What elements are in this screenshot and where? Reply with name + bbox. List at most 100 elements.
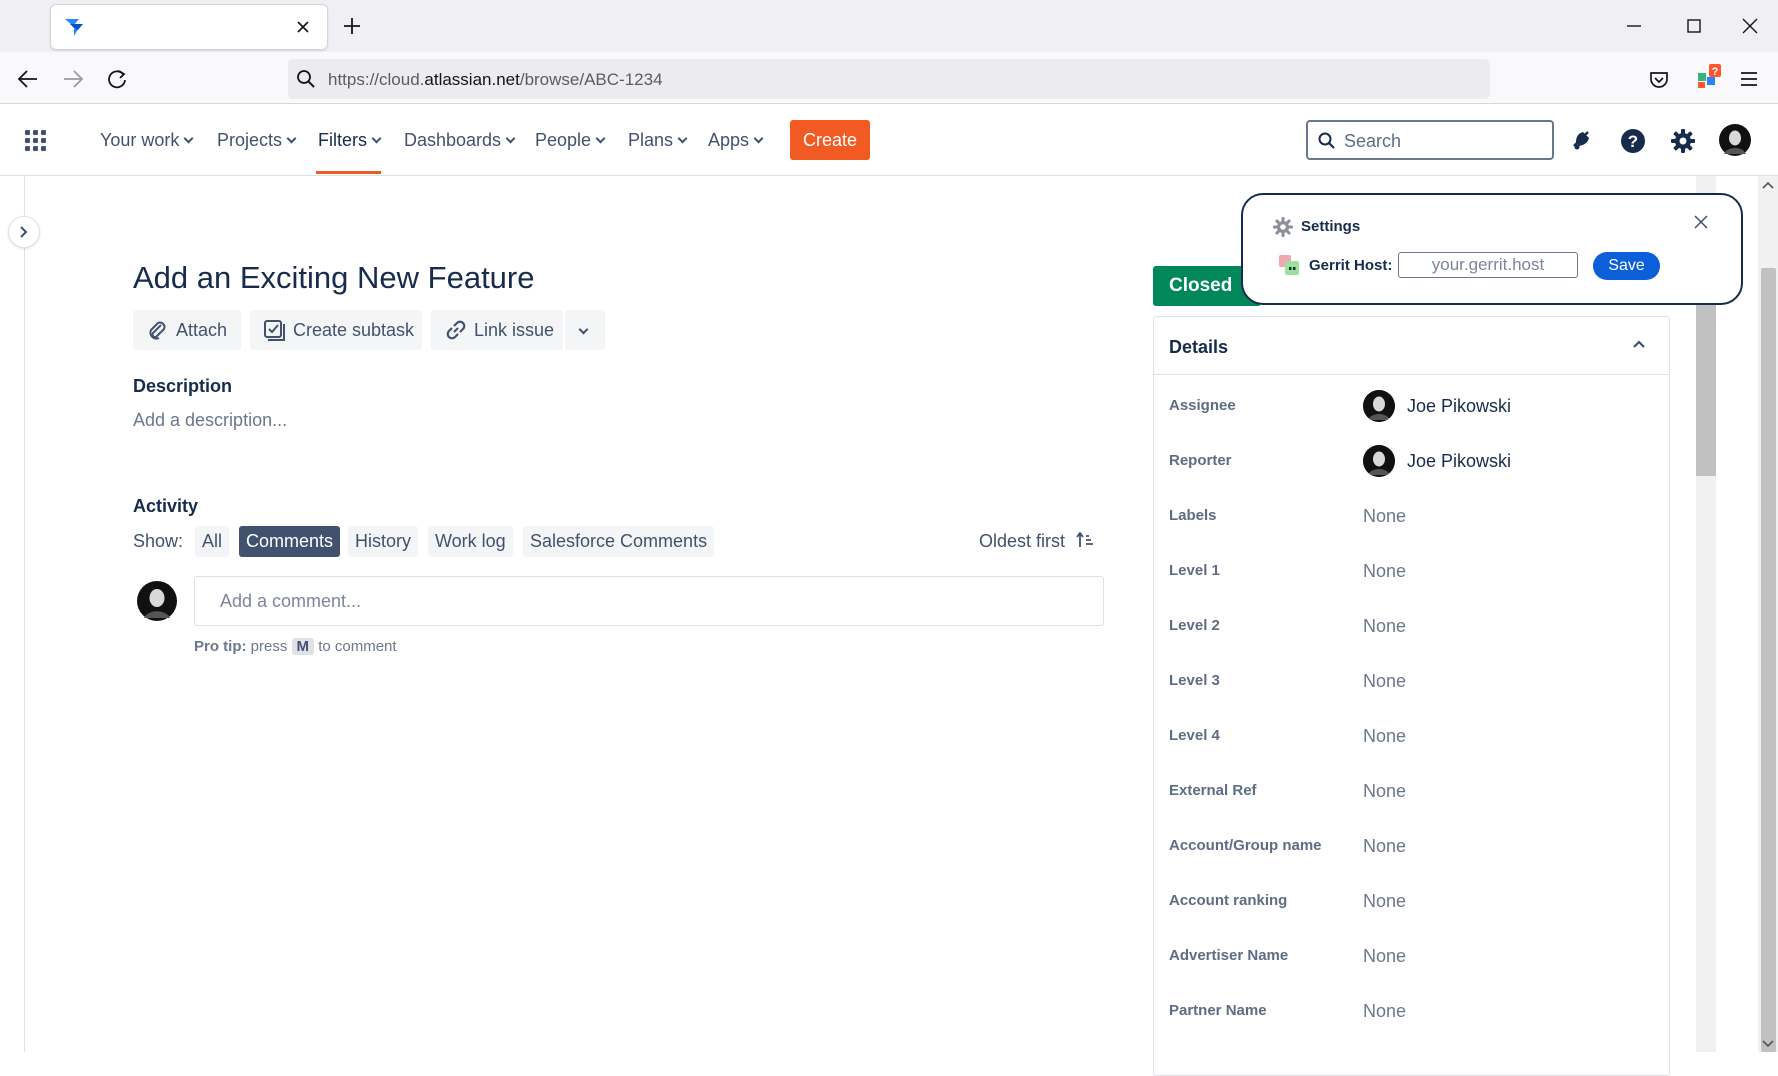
back-icon[interactable] bbox=[17, 69, 39, 89]
extension-icon[interactable]: ? bbox=[1695, 63, 1723, 91]
expand-sidebar-button[interactable] bbox=[9, 217, 39, 247]
field-value-assignee[interactable]: Joe Pikowski bbox=[1407, 396, 1511, 417]
nav-projects[interactable]: Projects bbox=[217, 130, 297, 151]
minimize-icon[interactable] bbox=[1626, 18, 1642, 34]
field-label-level-1: Level 1 bbox=[1169, 562, 1220, 579]
close-window-icon[interactable] bbox=[1742, 18, 1758, 34]
field-value-reporter[interactable]: Joe Pikowski bbox=[1407, 451, 1511, 472]
close-popup-icon[interactable] bbox=[1694, 215, 1708, 229]
field-label-level-2: Level 2 bbox=[1169, 617, 1220, 634]
reload-icon[interactable] bbox=[107, 69, 127, 89]
field-value-advertiser-name[interactable]: None bbox=[1363, 946, 1406, 967]
scroll-down-icon[interactable] bbox=[1762, 1040, 1774, 1048]
chevron-down-icon bbox=[371, 133, 382, 144]
field-value-labels[interactable]: None bbox=[1363, 506, 1406, 527]
filter-all[interactable]: All bbox=[195, 526, 230, 557]
create-button[interactable]: Create bbox=[790, 120, 870, 160]
page-scrollbar-thumb[interactable] bbox=[1761, 268, 1776, 1052]
gerrit-settings-popup: Settings Gerrit Host: bbox=[1241, 193, 1743, 305]
nav-your-work[interactable]: Your work bbox=[100, 130, 194, 151]
more-actions-button[interactable] bbox=[565, 310, 605, 350]
field-value-level-1[interactable]: None bbox=[1363, 561, 1406, 582]
maximize-icon[interactable] bbox=[1686, 18, 1702, 34]
comment-input[interactable]: Add a comment... bbox=[194, 576, 1104, 626]
filter-salesforce-comments[interactable]: Salesforce Comments bbox=[523, 526, 715, 557]
subtask-icon bbox=[264, 320, 285, 341]
chevron-up-icon[interactable] bbox=[1632, 339, 1646, 349]
field-value-external-ref[interactable]: None bbox=[1363, 781, 1406, 802]
filter-work-log[interactable]: Work log bbox=[428, 526, 513, 557]
settings-gear-icon[interactable] bbox=[1670, 128, 1696, 154]
field-label-account-group-name: Account/Group name bbox=[1169, 837, 1322, 854]
chevron-down-icon bbox=[505, 133, 516, 144]
show-label: Show: bbox=[133, 531, 184, 551]
field-value-partner-name[interactable]: None bbox=[1363, 1001, 1406, 1022]
details-header[interactable]: Details bbox=[1154, 317, 1669, 375]
profile-avatar[interactable] bbox=[1719, 124, 1751, 156]
field-value-account-group-name[interactable]: None bbox=[1363, 836, 1406, 857]
chevron-down-icon bbox=[578, 324, 589, 335]
close-tab-icon[interactable] bbox=[297, 21, 309, 33]
field-value-level-2[interactable]: None bbox=[1363, 616, 1406, 637]
nav-filters[interactable]: Filters bbox=[318, 130, 382, 151]
gerrit-host-input[interactable]: your.gerrit.host bbox=[1398, 252, 1578, 278]
field-label-partner-name: Partner Name bbox=[1169, 1002, 1267, 1019]
filter-comments[interactable]: Comments bbox=[239, 526, 341, 557]
details-scrollbar-thumb[interactable] bbox=[1696, 290, 1716, 476]
url-search-icon bbox=[297, 70, 315, 88]
scroll-up-icon[interactable] bbox=[1762, 181, 1774, 189]
gerrit-logo-icon bbox=[1279, 255, 1299, 275]
field-label-account-ranking: Account ranking bbox=[1169, 892, 1288, 909]
create-subtask-button[interactable]: Create subtask bbox=[250, 310, 422, 350]
field-value-level-3[interactable]: None bbox=[1363, 671, 1406, 692]
nav-apps[interactable]: Apps bbox=[708, 130, 764, 151]
field-label-external-ref: External Ref bbox=[1169, 782, 1257, 799]
sort-order-button[interactable]: Oldest first bbox=[979, 531, 1094, 552]
field-label-labels: Labels bbox=[1169, 507, 1217, 524]
field-value-level-4[interactable]: None bbox=[1363, 726, 1406, 747]
notifications-icon[interactable] bbox=[1571, 128, 1595, 152]
issue-title[interactable]: Add an Exciting New Feature bbox=[133, 260, 535, 296]
search-input[interactable]: Search bbox=[1306, 120, 1554, 160]
paperclip-icon bbox=[149, 321, 166, 340]
gerrit-host-label: Gerrit Host: bbox=[1309, 257, 1393, 274]
comment-avatar bbox=[137, 581, 177, 621]
popup-title: Settings bbox=[1301, 218, 1361, 235]
app-menu-icon[interactable] bbox=[1740, 70, 1758, 88]
description-field[interactable]: Add a description... bbox=[133, 410, 287, 431]
app-switcher-icon[interactable] bbox=[25, 130, 47, 152]
link-icon bbox=[446, 320, 466, 340]
new-tab-icon[interactable] bbox=[343, 17, 361, 35]
chevron-down-icon bbox=[677, 133, 688, 144]
chevron-down-icon bbox=[183, 133, 194, 144]
sort-ascending-icon bbox=[1076, 531, 1094, 547]
assignee-avatar bbox=[1363, 390, 1395, 422]
field-value-account-ranking[interactable]: None bbox=[1363, 891, 1406, 912]
sidebar-divider bbox=[24, 176, 25, 1052]
svg-text:?: ? bbox=[1712, 66, 1719, 78]
chevron-down-icon bbox=[286, 133, 297, 144]
chevron-right-icon bbox=[20, 226, 28, 238]
nav-dashboards[interactable]: Dashboards bbox=[404, 130, 516, 151]
field-label-reporter: Reporter bbox=[1169, 452, 1232, 469]
help-icon[interactable]: ? bbox=[1620, 128, 1646, 154]
url-text: https://cloud.atlassian.net/browse/ABC-1… bbox=[328, 70, 663, 89]
forward-icon[interactable] bbox=[62, 69, 84, 89]
field-label-advertiser-name: Advertiser Name bbox=[1169, 947, 1289, 964]
filter-history[interactable]: History bbox=[348, 526, 419, 557]
nav-plans[interactable]: Plans bbox=[628, 130, 688, 151]
details-heading: Details bbox=[1169, 337, 1229, 357]
link-issue-button[interactable]: Link issue bbox=[431, 310, 563, 350]
pocket-icon[interactable] bbox=[1649, 70, 1669, 90]
keyboard-shortcut-key: M bbox=[291, 638, 315, 655]
nav-people[interactable]: People bbox=[535, 130, 606, 151]
browser-tab[interactable] bbox=[51, 5, 327, 49]
field-label-level-4: Level 4 bbox=[1169, 727, 1220, 744]
activity-heading: Activity bbox=[133, 496, 199, 516]
jira-logo-icon bbox=[65, 19, 83, 36]
save-button[interactable]: Save bbox=[1593, 252, 1660, 280]
attach-button[interactable]: Attach bbox=[133, 310, 241, 350]
description-heading: Description bbox=[133, 376, 233, 396]
reporter-avatar bbox=[1363, 445, 1395, 477]
search-icon bbox=[1318, 132, 1335, 149]
